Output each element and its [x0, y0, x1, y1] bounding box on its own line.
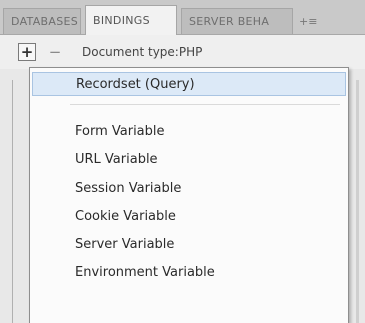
- document-type-label: Document type:PHP: [82, 45, 203, 59]
- panel-tab-bar: DATABASES BINDINGS SERVER BEHA +≡: [0, 0, 365, 35]
- menu-item-session-variable[interactable]: Session Variable: [30, 176, 348, 200]
- panel-content-left-edge: [12, 80, 17, 323]
- tab-databases[interactable]: DATABASES: [3, 8, 81, 34]
- menu-item-cookie-variable[interactable]: Cookie Variable: [30, 204, 348, 228]
- menu-separator: [70, 104, 340, 105]
- add-binding-button[interactable]: +: [18, 43, 36, 61]
- menu-item-url-variable[interactable]: URL Variable: [30, 147, 348, 171]
- panel-scrollbar-track[interactable]: [356, 80, 359, 323]
- tab-bindings[interactable]: BINDINGS: [85, 5, 177, 35]
- menu-item-environment-variable[interactable]: Environment Variable: [30, 260, 348, 284]
- tab-overflow-menu[interactable]: +≡: [299, 8, 317, 34]
- menu-item-server-variable[interactable]: Server Variable: [30, 232, 348, 256]
- remove-binding-button[interactable]: −: [48, 43, 62, 61]
- tab-server-behaviors[interactable]: SERVER BEHA: [181, 8, 293, 34]
- bindings-toolbar: + − Document type:PHP: [0, 35, 365, 69]
- menu-item-form-variable[interactable]: Form Variable: [30, 119, 348, 143]
- add-binding-dropdown-menu: Recordset (Query) Form Variable URL Vari…: [29, 67, 349, 323]
- menu-item-recordset-query[interactable]: Recordset (Query): [32, 72, 346, 96]
- bindings-panel: DATABASES BINDINGS SERVER BEHA +≡ + − Do…: [0, 0, 365, 323]
